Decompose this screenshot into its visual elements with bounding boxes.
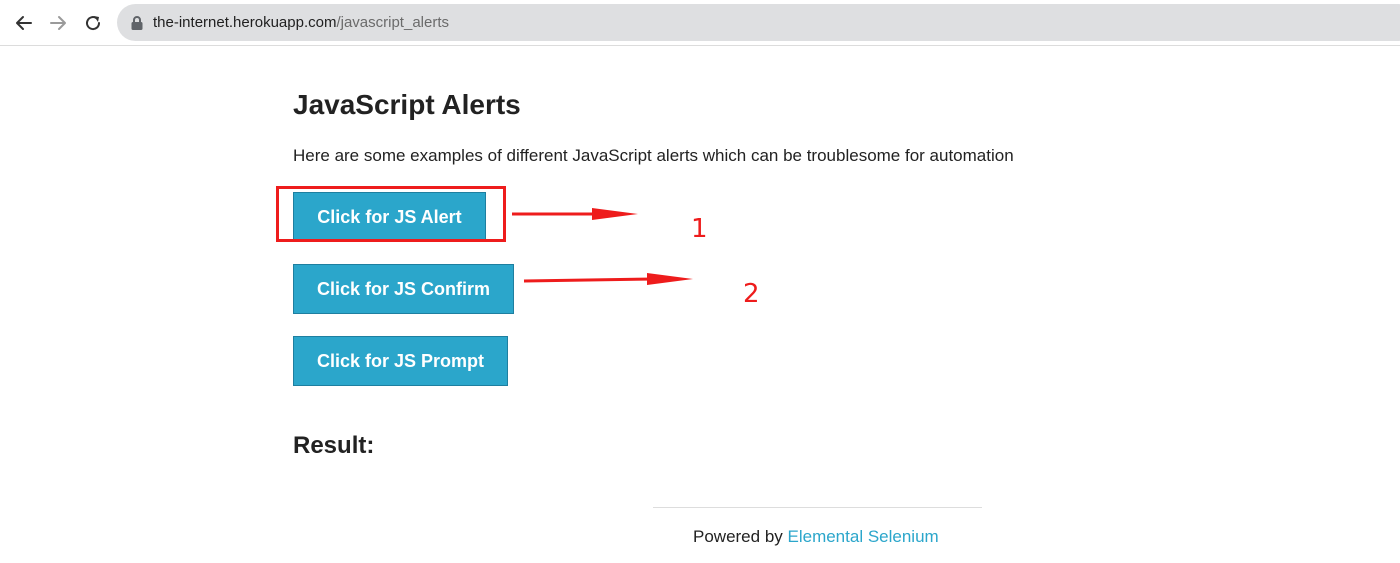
reload-button[interactable] [79,9,107,37]
page-title: JavaScript Alerts [293,89,521,120]
arrow-left-icon [16,16,32,30]
footer: Powered by Elemental Selenium [693,527,939,547]
browser-toolbar: the-internet.herokuapp.com/javascript_al… [0,0,1400,46]
back-button[interactable] [10,9,38,37]
annotation-arrow-2-head [647,273,693,285]
url-path: /javascript_alerts [336,14,449,31]
annotation-label-2: 2 [743,279,760,309]
annotation-arrow-1-head [592,208,638,220]
address-bar[interactable]: the-internet.herokuapp.com/javascript_al… [117,4,1400,41]
url-host: the-internet.herokuapp.com [153,14,337,31]
annotation-arrow-2-shaft [523,277,656,283]
reload-icon [86,16,101,31]
url-text: the-internet.herokuapp.com/javascript_al… [153,14,449,31]
footer-prefix: Powered by [693,527,788,546]
arrow-right-icon [50,16,66,30]
result-heading: Result: [293,432,375,459]
lock-icon [131,16,143,30]
js-confirm-button[interactable]: Click for JS Confirm [293,264,514,314]
intro-text: Here are some examples of different Java… [293,146,1014,165]
annotation-highlight-box [276,186,506,242]
annotation-label-1: 1 [691,214,708,244]
annotation-arrows [512,208,693,285]
footer-divider [653,507,982,508]
forward-button[interactable] [44,9,72,37]
elemental-selenium-link[interactable]: Elemental Selenium [788,527,939,546]
js-prompt-button[interactable]: Click for JS Prompt [293,336,508,386]
